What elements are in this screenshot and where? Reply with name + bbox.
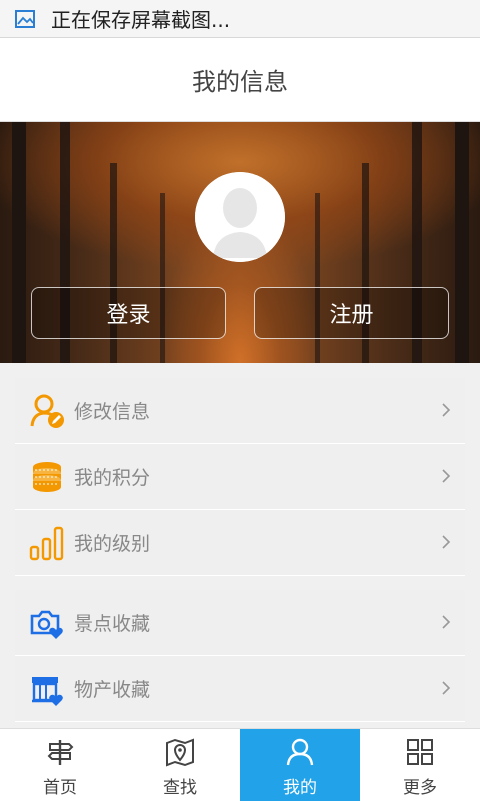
tab-label: 首页: [43, 778, 77, 798]
shop-heart-icon: [32, 676, 63, 706]
camera-heart-icon: [30, 610, 63, 639]
tab-more[interactable]: 更多: [360, 729, 480, 801]
map-pin-icon: [166, 738, 194, 767]
status-bar: 正在保存屏幕截图...: [0, 0, 480, 38]
menu-item-label: 我的积分: [74, 467, 151, 489]
menu-item-my-points[interactable]: 我的积分: [15, 444, 465, 510]
status-notification-text: 正在保存屏幕截图...: [51, 8, 231, 32]
menu-item-attraction-favorites[interactable]: 景点收藏: [15, 590, 465, 656]
page-header: 我的信息: [0, 38, 480, 122]
page-title: 我的信息: [192, 68, 288, 96]
bottom-tab-bar: 首页 查找 我的 更多: [0, 728, 480, 801]
avatar[interactable]: [195, 172, 285, 262]
coins-icon: [33, 461, 61, 492]
menu-group-account: 修改信息 我的积分 我的级别: [15, 378, 465, 576]
edit-profile-icon: [30, 394, 64, 428]
menu-item-label: 物产收藏: [74, 679, 151, 701]
tab-mine[interactable]: 我的: [240, 729, 360, 801]
chevron-right-icon: [442, 681, 451, 695]
chevron-right-icon: [442, 535, 451, 549]
chevron-right-icon: [442, 615, 451, 629]
login-button[interactable]: 登录: [31, 287, 226, 339]
menu-item-my-level[interactable]: 我的级别: [15, 510, 465, 576]
tab-label: 我的: [283, 778, 317, 798]
tab-search[interactable]: 查找: [120, 729, 240, 801]
menu-item-product-favorites[interactable]: 物产收藏: [15, 656, 465, 722]
tab-home[interactable]: 首页: [0, 729, 120, 801]
chevron-right-icon: [442, 403, 451, 417]
signpost-icon: [47, 740, 74, 765]
register-button[interactable]: 注册: [254, 287, 449, 339]
grid-icon: [407, 739, 433, 765]
menu-item-label: 修改信息: [74, 401, 151, 423]
person-icon: [286, 738, 314, 766]
tab-label: 更多: [403, 778, 437, 798]
chevron-right-icon: [442, 469, 451, 483]
level-bars-icon: [29, 526, 64, 560]
menu-item-edit-info[interactable]: 修改信息: [15, 378, 465, 444]
profile-banner: 登录 注册: [0, 122, 480, 363]
screenshot-icon: [15, 9, 35, 28]
menu-item-label: 我的级别: [74, 533, 151, 555]
default-avatar-icon: [195, 172, 285, 262]
menu-item-label: 景点收藏: [74, 613, 151, 635]
menu-group-favorites: 景点收藏 物产收藏: [15, 590, 465, 722]
tab-label: 查找: [163, 778, 197, 798]
